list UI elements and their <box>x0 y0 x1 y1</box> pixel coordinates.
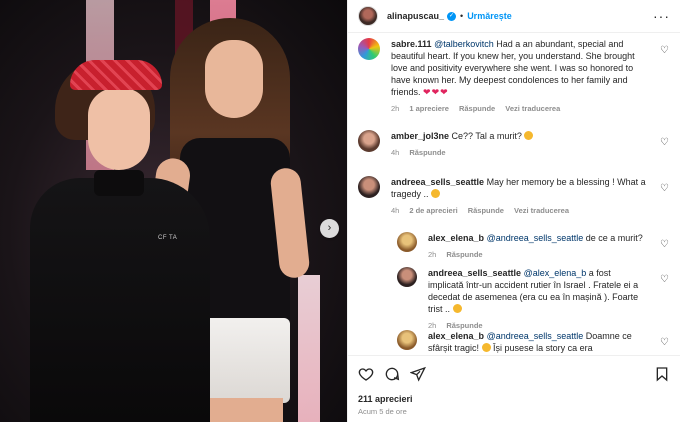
share-paper-plane-icon[interactable] <box>410 366 426 382</box>
comment-meta: 2h Răspunde <box>428 249 646 261</box>
comment-username[interactable]: andreea_sells_seattle <box>391 177 484 187</box>
commenter-avatar[interactable] <box>397 330 417 350</box>
separator-dot: • <box>460 11 464 21</box>
like-comment-heart-icon[interactable]: ♡ <box>660 275 670 285</box>
comment-username[interactable]: sabre.111 <box>391 39 432 49</box>
like-comment-heart-icon[interactable]: ♡ <box>660 184 670 194</box>
person-left: CF TA <box>30 60 220 422</box>
comment-meta: 2h 1 apreciere Răspunde Vezi traducerea <box>391 103 653 115</box>
comment-username[interactable]: alex_elena_b <box>428 233 484 243</box>
comment-item: sabre.111 @talberkovitch Had a an abunda… <box>358 38 670 115</box>
commenter-avatar[interactable] <box>358 130 380 152</box>
reply-button[interactable]: Răspunde <box>446 249 482 261</box>
comment-mention[interactable]: @andreea_sells_seattle <box>487 233 584 243</box>
sad-face-emoji-icon <box>452 304 462 313</box>
comment-mention[interactable]: @alex_elena_b <box>524 268 587 278</box>
post-image[interactable]: CF TA › <box>0 0 347 422</box>
comments-list[interactable]: sabre.111 @talberkovitch Had a an abunda… <box>348 33 680 355</box>
commenter-avatar[interactable] <box>358 176 380 198</box>
post-actions: 211 aprecieri Acum 5 de ore <box>348 355 680 422</box>
like-comment-heart-icon[interactable]: ♡ <box>660 338 670 348</box>
more-options-icon[interactable]: ··· <box>653 8 670 24</box>
commenter-avatar[interactable] <box>397 267 417 287</box>
comment-time[interactable]: 4h <box>391 205 399 217</box>
post-likes-count[interactable]: 211 aprecieri <box>358 394 670 404</box>
comment-mention[interactable]: @talberkovitch <box>434 39 494 49</box>
comment-item: andreea_sells_seattle May her memory be … <box>358 176 670 217</box>
comment-username[interactable]: alex_elena_b <box>428 331 484 341</box>
next-image-button[interactable]: › <box>320 219 339 238</box>
comment-time[interactable]: 2h <box>428 249 436 261</box>
comment-time[interactable]: 2h <box>391 103 399 115</box>
bookmark-icon[interactable] <box>654 366 670 382</box>
instagram-post: CF TA › alinapuscau_ ✓ • Urmărește ··· s… <box>0 0 680 422</box>
comment-meta: 4h 2 de aprecieri Răspunde Vezi traducer… <box>391 205 653 217</box>
commenter-avatar[interactable] <box>358 38 380 60</box>
shocked-face-emoji-icon <box>481 343 491 352</box>
red-hearts-emoji: ❤❤❤ <box>423 87 449 97</box>
chevron-right-icon: › <box>327 222 332 234</box>
comment-username[interactable]: andreea_sells_seattle <box>428 268 521 278</box>
red-bandana <box>70 60 162 90</box>
comment-meta: 4h Răspunde <box>391 147 653 159</box>
post-side-panel: alinapuscau_ ✓ • Urmărește ··· sabre.111… <box>347 0 680 422</box>
see-translation-button[interactable]: Vezi traducerea <box>514 205 569 217</box>
reply-item: alex_elena_b @andreea_sells_seattle de c… <box>397 232 670 261</box>
comment-mention[interactable]: @andreea_sells_seattle <box>487 331 584 341</box>
like-comment-heart-icon[interactable]: ♡ <box>660 46 670 56</box>
comment-text: Ce?? Tal a murit? <box>451 131 522 141</box>
author-username[interactable]: alinapuscau_ <box>387 11 444 21</box>
comment-likes[interactable]: 1 apreciere <box>409 103 449 115</box>
reply-button[interactable]: Răspunde <box>409 147 445 159</box>
jacket-logo: CF TA <box>158 235 178 241</box>
like-comment-heart-icon[interactable]: ♡ <box>660 138 670 148</box>
reply-button[interactable]: Răspunde <box>459 103 495 115</box>
follow-button[interactable]: Urmărește <box>467 11 512 21</box>
post-timestamp: Acum 5 de ore <box>358 407 407 416</box>
like-comment-heart-icon[interactable]: ♡ <box>660 240 670 250</box>
crying-face-emoji-icon <box>431 189 441 198</box>
comment-bubble-icon[interactable] <box>384 366 400 382</box>
verified-badge-icon: ✓ <box>447 11 457 21</box>
comment-time[interactable]: 4h <box>391 147 399 159</box>
comment-likes[interactable]: 2 de aprecieri <box>409 205 457 217</box>
reply-item: andreea_sells_seattle @alex_elena_b a fo… <box>397 267 670 332</box>
commenter-avatar[interactable] <box>397 232 417 252</box>
comment-item: amber_jol3ne Ce?? Tal a murit? 4h Răspun… <box>358 130 670 159</box>
reply-item: alex_elena_b @andreea_sells_seattle Doam… <box>397 330 670 354</box>
comment-text: de ce a murit? <box>585 233 643 243</box>
comment-text-continued: Își pusese la story ca era <box>493 343 593 353</box>
author-avatar[interactable] <box>358 6 378 26</box>
see-translation-button[interactable]: Vezi traducerea <box>505 103 560 115</box>
reply-button[interactable]: Răspunde <box>468 205 504 217</box>
post-header: alinapuscau_ ✓ • Urmărește ··· <box>348 0 680 33</box>
sad-face-emoji-icon <box>524 131 534 140</box>
comment-username[interactable]: amber_jol3ne <box>391 131 449 141</box>
like-heart-icon[interactable] <box>358 366 374 382</box>
